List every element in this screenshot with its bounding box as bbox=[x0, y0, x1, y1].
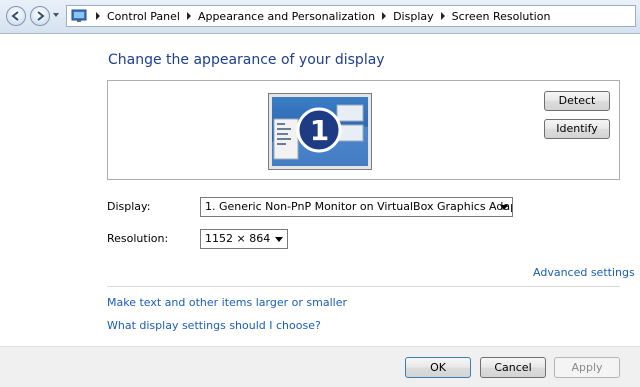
resolution-select[interactable]: 1152 × 864 bbox=[200, 229, 288, 249]
divider bbox=[107, 286, 620, 287]
display-help-link[interactable]: What display settings should I choose? bbox=[107, 319, 321, 332]
breadcrumb-separator-icon[interactable] bbox=[440, 12, 445, 20]
breadcrumb-separator-icon[interactable] bbox=[96, 12, 100, 20]
forward-arrow-icon bbox=[37, 11, 45, 21]
cancel-button[interactable]: Cancel bbox=[480, 357, 546, 378]
breadcrumb-separator-icon[interactable] bbox=[186, 12, 191, 20]
breadcrumb-control-panel[interactable]: Control Panel bbox=[107, 10, 180, 23]
apply-button[interactable]: Apply bbox=[554, 357, 620, 378]
control-panel-icon bbox=[71, 9, 87, 22]
dropdown-arrow-icon bbox=[275, 237, 283, 242]
resolution-label: Resolution: bbox=[107, 232, 169, 245]
breadcrumb[interactable]: Control Panel Appearance and Personaliza… bbox=[66, 5, 636, 27]
back-arrow-icon bbox=[11, 11, 19, 21]
display-select-value: 1. Generic Non-PnP Monitor on VirtualBox… bbox=[205, 200, 513, 213]
ok-button[interactable]: OK bbox=[405, 357, 471, 378]
monitor-number: 1 bbox=[309, 114, 330, 147]
monitor-1-thumbnail[interactable]: 1 bbox=[268, 93, 372, 170]
breadcrumb-separator-icon[interactable] bbox=[382, 12, 387, 20]
monitor-screen: 1 bbox=[272, 97, 368, 166]
resolution-select-value: 1152 × 864 bbox=[205, 232, 271, 245]
address-bar-region: Control Panel Appearance and Personaliza… bbox=[0, 0, 640, 34]
breadcrumb-screen-resolution[interactable]: Screen Resolution bbox=[452, 10, 551, 23]
forward-button[interactable] bbox=[30, 6, 50, 26]
advanced-settings-link[interactable]: Advanced settings bbox=[533, 266, 635, 279]
breadcrumb-appearance[interactable]: Appearance and Personalization bbox=[198, 10, 375, 23]
display-preview: 1 Detect Identify bbox=[107, 80, 620, 180]
back-button[interactable] bbox=[6, 6, 26, 26]
page-title: Change the appearance of your display bbox=[108, 52, 385, 68]
identify-button[interactable]: Identify bbox=[544, 119, 610, 139]
text-size-link[interactable]: Make text and other items larger or smal… bbox=[107, 296, 347, 309]
dropdown-arrow-icon bbox=[500, 205, 508, 210]
display-select[interactable]: 1. Generic Non-PnP Monitor on VirtualBox… bbox=[200, 197, 513, 217]
display-label: Display: bbox=[107, 200, 151, 213]
recent-pages-dropdown[interactable] bbox=[53, 13, 59, 17]
detect-button[interactable]: Detect bbox=[544, 91, 610, 111]
breadcrumb-display[interactable]: Display bbox=[393, 10, 434, 23]
